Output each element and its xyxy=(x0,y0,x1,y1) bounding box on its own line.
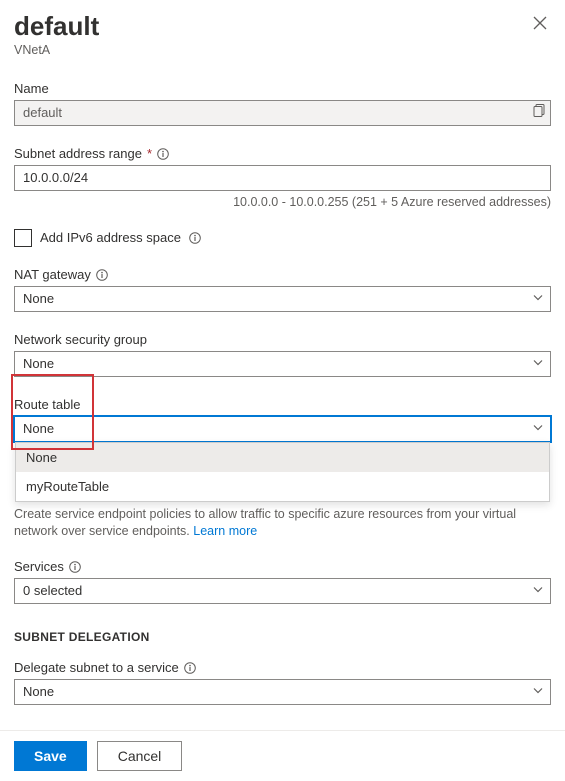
nat-gateway-label: NAT gateway xyxy=(14,267,91,282)
service-endpoints-helper-text: Create service endpoint policies to allo… xyxy=(14,507,516,539)
cancel-button[interactable]: Cancel xyxy=(97,741,183,771)
add-ipv6-checkbox[interactable] xyxy=(14,229,32,247)
delegate-dropdown[interactable]: None xyxy=(14,679,551,705)
chevron-down-icon xyxy=(532,684,544,699)
chevron-down-icon xyxy=(532,291,544,306)
chevron-down-icon xyxy=(532,421,544,436)
name-input[interactable] xyxy=(14,100,551,126)
info-icon[interactable] xyxy=(189,230,201,245)
save-button[interactable]: Save xyxy=(14,741,87,771)
subnet-range-label: Subnet address range xyxy=(14,146,142,161)
subnet-delegation-heading: SUBNET DELEGATION xyxy=(14,630,551,644)
subnet-range-input[interactable] xyxy=(14,165,551,191)
nsg-dropdown[interactable]: None xyxy=(14,351,551,377)
route-table-option-myroutetable[interactable]: myRouteTable xyxy=(16,472,549,501)
delegate-value: None xyxy=(23,684,54,699)
service-endpoints-helper: Create service endpoint policies to allo… xyxy=(14,506,551,541)
chevron-down-icon xyxy=(532,356,544,371)
subnet-range-hint: 10.0.0.0 - 10.0.0.255 (251 + 5 Azure res… xyxy=(14,195,551,209)
nat-gateway-dropdown[interactable]: None xyxy=(14,286,551,312)
route-table-menu: None myRouteTable xyxy=(15,442,550,502)
info-icon[interactable] xyxy=(96,267,108,282)
page-title: default xyxy=(14,12,529,41)
services-dropdown[interactable]: 0 selected xyxy=(14,578,551,604)
route-table-option-none[interactable]: None xyxy=(16,443,549,472)
info-icon[interactable] xyxy=(69,559,81,574)
nsg-value: None xyxy=(23,356,54,371)
nat-gateway-value: None xyxy=(23,291,54,306)
services-value: 0 selected xyxy=(23,583,82,598)
route-table-label: Route table xyxy=(14,397,551,412)
nsg-label: Network security group xyxy=(14,332,551,347)
route-table-dropdown[interactable]: None None myRouteTable xyxy=(14,416,551,442)
footer: Save Cancel xyxy=(0,730,565,781)
add-ipv6-label: Add IPv6 address space xyxy=(40,230,181,245)
delegate-label: Delegate subnet to a service xyxy=(14,660,179,675)
info-icon[interactable] xyxy=(157,146,169,161)
breadcrumb: VNetA xyxy=(14,43,551,57)
learn-more-link[interactable]: Learn more xyxy=(193,524,257,538)
copy-icon[interactable] xyxy=(533,103,547,122)
services-label: Services xyxy=(14,559,64,574)
name-label: Name xyxy=(14,81,551,96)
info-icon[interactable] xyxy=(184,660,196,675)
close-icon[interactable] xyxy=(529,12,551,39)
required-indicator: * xyxy=(147,146,152,161)
chevron-down-icon xyxy=(532,583,544,598)
route-table-value: None xyxy=(23,421,54,436)
